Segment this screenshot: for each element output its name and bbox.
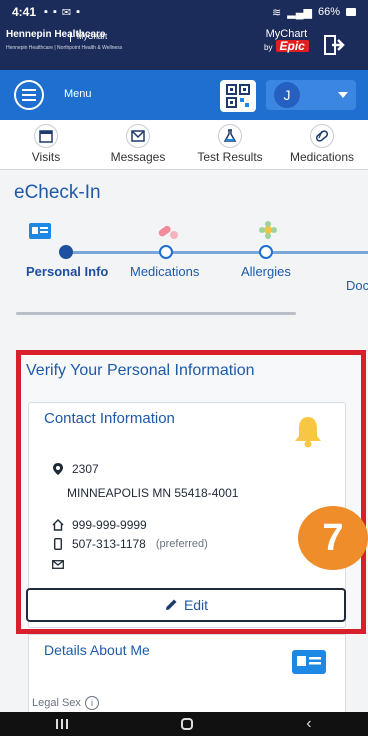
allergy-flower-icon — [254, 220, 282, 242]
notification-icon: ▪ — [44, 5, 48, 18]
address-city: MINNEAPOLIS MN 55418-4001 — [67, 486, 239, 500]
hamburger-icon — [22, 89, 36, 91]
step-dot-medications — [159, 245, 173, 259]
chevron-down-icon — [338, 92, 348, 98]
home-phone-row: 999-999-9999 — [52, 518, 147, 532]
id-card-icon — [26, 220, 54, 242]
qr-code-icon — [226, 84, 250, 108]
step-medications[interactable]: Medications — [130, 264, 199, 279]
wifi-icon: ≋ — [272, 6, 282, 19]
menu-label[interactable]: Menu — [64, 88, 92, 100]
info-icon[interactable]: i — [84, 696, 99, 710]
step-dot-personal-info — [59, 245, 73, 259]
menu-bar: Menu J — [0, 70, 368, 120]
pill-icon — [310, 124, 334, 148]
mychart-epic-logo: MyChart by Epic — [264, 28, 309, 54]
mobile-phone-icon — [52, 538, 64, 550]
edit-contact-button[interactable]: Edit — [26, 588, 346, 622]
by-label: by — [264, 43, 273, 52]
hamburger-icon — [22, 94, 36, 96]
legal-sex-label: Legal Sex — [32, 697, 81, 709]
status-right: ≋ ▂▄▆ 66% — [272, 6, 356, 19]
hamburger-icon — [22, 99, 36, 101]
mobile-phone: 507-313-1178 — [72, 537, 146, 551]
address-street-row: 2307 — [52, 462, 99, 476]
status-time: 4:41 — [12, 5, 37, 19]
nav-test-results[interactable]: Test Results — [187, 124, 273, 164]
flask-icon — [218, 124, 242, 148]
nav-visits[interactable]: Visits — [3, 124, 89, 164]
org-name: Hennepin Healthcare — [6, 29, 106, 40]
address-street: 2307 — [72, 462, 99, 476]
id-card-icon — [292, 650, 326, 674]
envelope-icon — [126, 124, 150, 148]
home-phone: 999-999-9999 — [72, 518, 147, 532]
brand-header: Hennepin Healthcare Hennepin Healthcare … — [0, 24, 368, 70]
page-title: eCheck-In — [14, 182, 101, 203]
nav-label: Medications — [289, 150, 355, 164]
edit-label: Edit — [183, 597, 209, 613]
nav-label: Messages — [110, 150, 166, 164]
signal-icon: ▂▄▆ — [287, 6, 312, 19]
details-title: Details About Me — [44, 642, 150, 658]
epic-label: Epic — [275, 40, 309, 52]
org-tagline: Hennepin Healthcare | Northpoint Health … — [6, 45, 123, 51]
nav-label: Test Results — [197, 150, 263, 164]
email-icon — [52, 558, 64, 570]
progress-line — [66, 251, 368, 254]
logout-button[interactable] — [318, 30, 352, 60]
battery-percent: 66% — [317, 6, 340, 18]
step-allergies[interactable]: Allergies — [241, 264, 291, 279]
avatar: J — [274, 82, 300, 108]
user-menu-button[interactable]: J — [266, 80, 356, 110]
calendar-icon — [34, 124, 58, 148]
location-pin-icon — [52, 463, 64, 475]
mobile-phone-row: 507-313-1178 (preferred) — [52, 537, 208, 551]
logout-icon — [324, 35, 345, 55]
battery-icon — [346, 8, 356, 16]
back-button[interactable]: ‹ — [306, 716, 311, 732]
qr-code-button[interactable] — [220, 80, 256, 112]
verify-title: Verify Your Personal Information — [26, 362, 255, 379]
home-icon — [52, 519, 64, 531]
nav-medications[interactable]: Medications — [279, 124, 365, 164]
menu-button[interactable] — [14, 80, 44, 110]
notification-icon: ▪ — [76, 5, 80, 18]
step-dot-allergies — [259, 245, 273, 259]
step-documents[interactable]: Doc — [346, 278, 368, 293]
bell-icon — [292, 414, 324, 448]
preferred-label: (preferred) — [155, 538, 208, 550]
system-nav-bar: ‹ — [0, 712, 368, 736]
notification-icons: ▪ ▪ ✉ ▪ — [44, 6, 80, 19]
step-personal-info[interactable]: Personal Info — [26, 264, 108, 279]
recent-apps-button[interactable] — [56, 719, 69, 729]
quick-nav: Visits Messages Test Results Medications — [0, 120, 368, 170]
mychart-small-logo: MyChart — [70, 32, 107, 42]
pencil-icon — [165, 599, 177, 610]
nav-messages[interactable]: Messages — [95, 124, 181, 164]
notification-icon: ▪ — [52, 5, 57, 18]
email-row — [52, 558, 64, 570]
horizontal-scrollbar[interactable] — [16, 312, 296, 315]
legal-sex-row: Legal Sex i — [32, 696, 99, 710]
home-button[interactable] — [181, 718, 194, 730]
hennepin-logo: Hennepin Healthcare Hennepin Healthcare … — [6, 30, 126, 53]
mail-icon: ✉ — [61, 6, 72, 19]
nav-label: Visits — [31, 150, 61, 164]
status-bar: 4:41 ▪ ▪ ✉ ▪ ≋ ▂▄▆ 66% — [0, 0, 368, 24]
medication-pills-icon — [154, 220, 182, 242]
step-number-badge: 7 — [298, 506, 368, 570]
checkin-steps: Personal Info Medications Allergies Doc — [0, 216, 368, 296]
contact-info-title: Contact Information — [44, 410, 175, 427]
